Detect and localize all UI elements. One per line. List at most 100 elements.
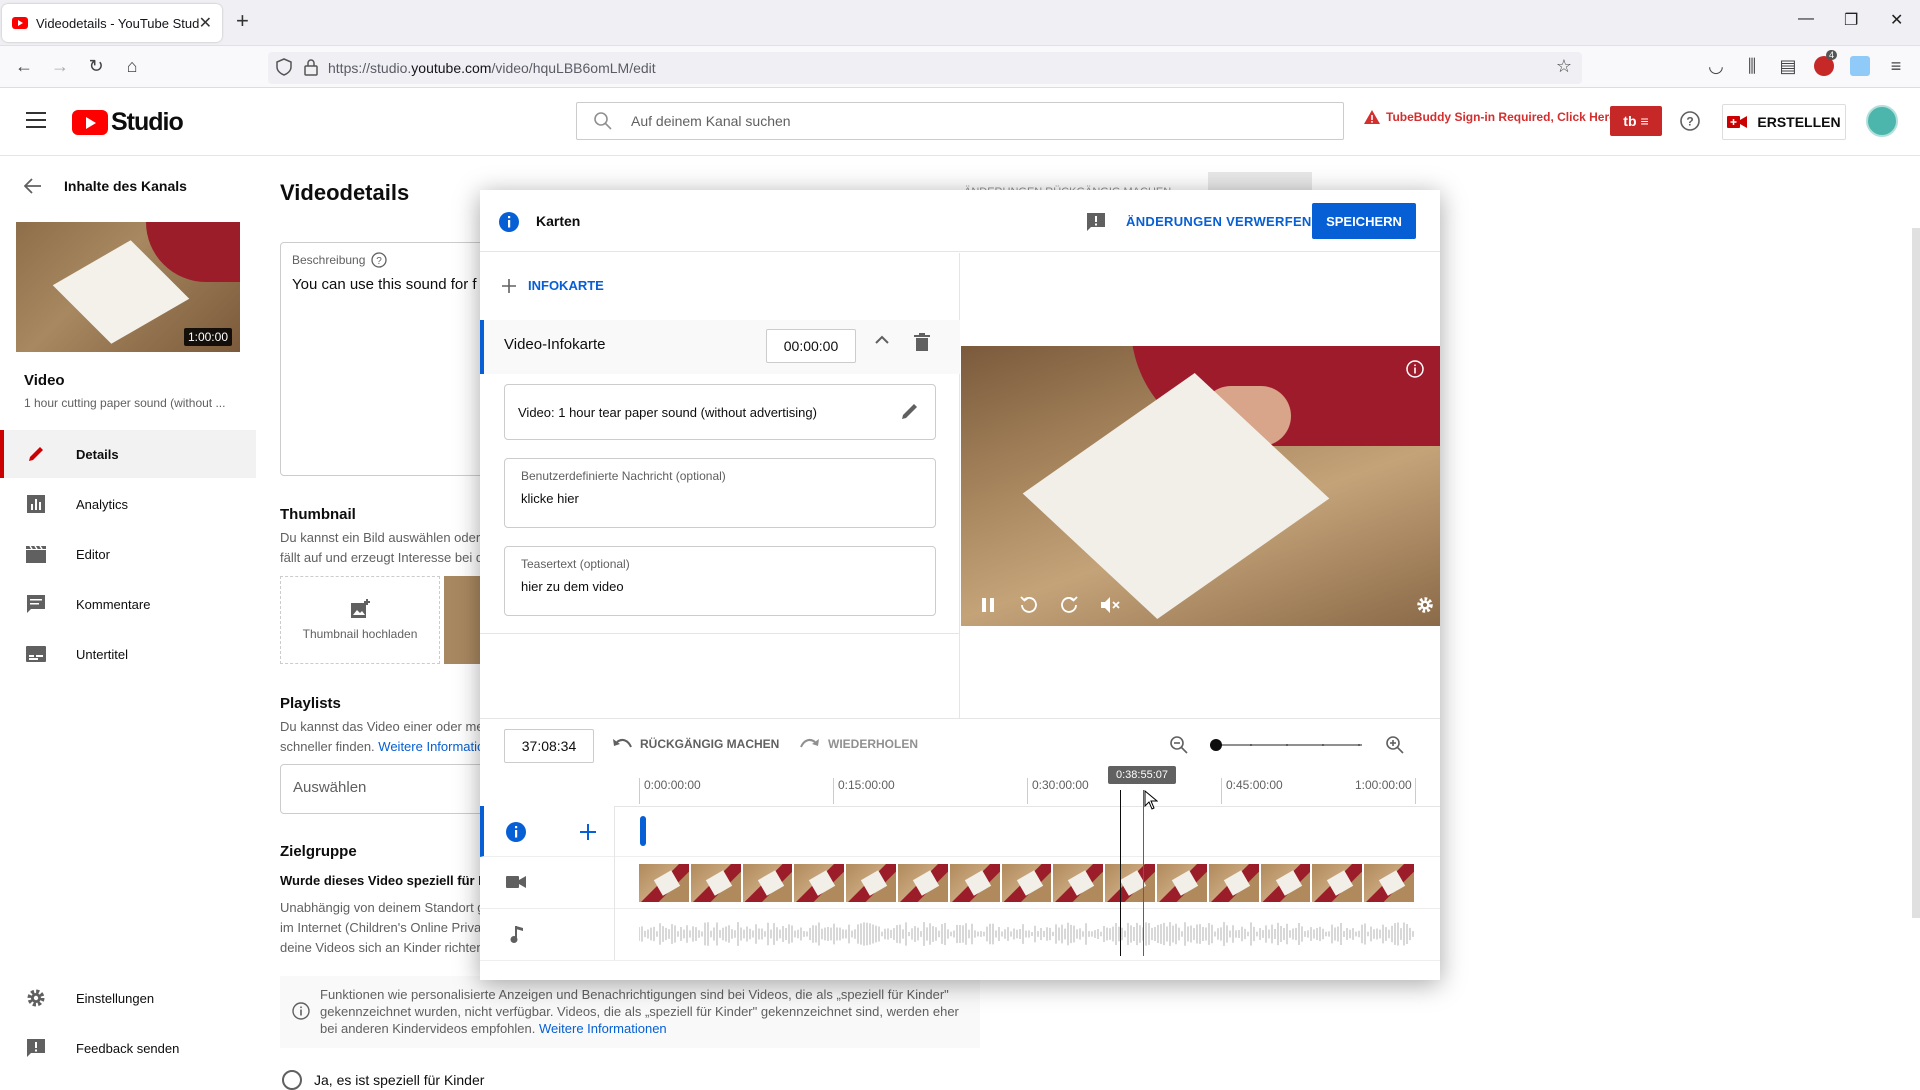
made-for-kids-yes-label: Ja, es ist speziell für Kinder — [314, 1072, 485, 1088]
library-icon[interactable]: ⫼ — [1742, 56, 1762, 76]
teaser-text-input[interactable]: Teasertext (optional) hier zu dem video — [504, 546, 936, 616]
ruler-tick-label: 0:00:00:00 — [644, 778, 701, 792]
create-label: ERSTELLEN — [1757, 114, 1841, 130]
chevron-up-icon[interactable] — [874, 335, 890, 345]
card-teaser-info-icon[interactable] — [1406, 360, 1424, 378]
sidebar-item-label: Feedback senden — [76, 1040, 180, 1056]
sidebar-item-analytics[interactable]: Analytics — [0, 480, 256, 528]
made-for-kids-yes-radio[interactable] — [282, 1070, 302, 1090]
card-start-time-input[interactable]: 00:00:00 — [766, 329, 856, 363]
zoom-slider-stop — [1250, 744, 1252, 746]
timeline-playhead[interactable] — [1120, 790, 1121, 956]
extension-icon[interactable] — [1850, 56, 1870, 76]
filmstrip-frame — [1105, 864, 1157, 902]
sidebar-item-label: Editor — [76, 546, 110, 562]
help-icon[interactable]: ? — [1680, 111, 1700, 131]
tubebuddy-signin-link[interactable]: TubeBuddy Sign-in Required, Click Here — [1364, 110, 1616, 124]
back-to-content-link[interactable]: Inhalte des Kanals — [24, 178, 187, 194]
audience-text-2: im Internet (Children's Online Privac — [280, 920, 480, 935]
mute-icon[interactable] — [1100, 596, 1120, 614]
video-preview-player[interactable] — [961, 346, 1440, 626]
sidebar-icon[interactable]: ▤ — [1778, 56, 1798, 76]
video-thumbnail[interactable]: 1:00:00 — [16, 222, 240, 352]
avatar[interactable] — [1866, 105, 1898, 137]
playlists-learn-more-link[interactable]: Weitere Informatio — [378, 739, 480, 754]
bookmark-star-icon[interactable]: ☆ — [1554, 56, 1574, 76]
rewind-10-icon[interactable] — [1020, 596, 1038, 614]
redo-button[interactable]: WIEDERHOLEN — [800, 737, 918, 751]
reload-icon[interactable]: ↻ — [86, 56, 106, 76]
home-icon[interactable]: ⌂ — [122, 56, 142, 76]
new-tab-icon[interactable]: + — [236, 8, 249, 34]
pocket-icon[interactable]: ◡ — [1706, 56, 1726, 76]
timeline-hover-tooltip: 0:38:55:07 — [1108, 766, 1176, 784]
youtube-studio-logo[interactable]: Studio — [72, 108, 184, 137]
youtube-logo-icon — [72, 110, 108, 135]
description-label: Beschreibung ? — [292, 252, 388, 268]
channel-search-input[interactable]: Auf deinem Kanal suchen — [576, 102, 1344, 140]
thumbnail-upload-button[interactable]: Thumbnail hochladen — [280, 576, 440, 664]
add-info-card-button[interactable]: INFOKARTE — [502, 278, 604, 293]
delete-card-icon[interactable] — [914, 333, 930, 351]
adblock-extension-icon[interactable]: 4 — [1814, 50, 1838, 76]
sidebar-item-comments[interactable]: Kommentare — [0, 580, 256, 628]
timeline-time-input[interactable]: 37:08:34 — [504, 729, 594, 763]
feedback-icon[interactable] — [1086, 212, 1106, 232]
minimize-icon[interactable]: — — [1798, 10, 1814, 28]
ruler-tick-label: 0:45:00:00 — [1226, 778, 1283, 792]
info-card-marker[interactable] — [640, 816, 646, 846]
audience-heading: Zielgruppe — [280, 843, 357, 860]
sidebar-item-label: Details — [76, 446, 119, 462]
zoom-out-icon[interactable] — [1170, 736, 1188, 754]
add-card-plus-icon[interactable] — [580, 824, 596, 840]
menu-icon[interactable]: ≡ — [1886, 56, 1906, 76]
sidebar-item-feedback[interactable]: Feedback senden — [0, 1024, 256, 1072]
url-path: /video/hquLBB6omLM/edit — [491, 60, 656, 76]
info-learn-more-link[interactable]: Weitere Informationen — [539, 1021, 667, 1036]
zoom-slider-handle[interactable] — [1210, 739, 1222, 751]
player-settings-gear-icon[interactable] — [1416, 596, 1434, 614]
video-filmstrip[interactable] — [639, 864, 1416, 902]
hamburger-menu-icon[interactable] — [26, 112, 48, 128]
thumbnail-option[interactable] — [444, 576, 484, 664]
forward-10-icon[interactable] — [1060, 596, 1078, 614]
edit-pencil-icon[interactable] — [900, 401, 920, 421]
undo-button[interactable]: RÜCKGÄNGIG MACHEN — [612, 737, 779, 751]
discard-changes-button[interactable]: ÄNDERUNGEN VERWERFEN — [1126, 214, 1312, 229]
close-window-icon[interactable]: ✕ — [1890, 10, 1903, 30]
zoom-in-icon[interactable] — [1386, 736, 1404, 754]
tubebuddy-menu-button[interactable]: tb ≡ — [1610, 106, 1662, 136]
filmstrip-frame — [639, 864, 691, 902]
music-note-icon — [510, 924, 524, 944]
mouse-cursor-icon — [1144, 790, 1158, 810]
sidebar-item-details[interactable]: Details — [0, 430, 256, 478]
track-header-divider — [614, 806, 615, 960]
restore-icon[interactable]: ❐ — [1844, 10, 1858, 30]
help-icon[interactable]: ? — [371, 252, 388, 268]
url-prefix: https://studio. — [328, 60, 412, 76]
lock-icon[interactable] — [304, 58, 318, 76]
sidebar-item-editor[interactable]: Editor — [0, 530, 256, 578]
browser-tab[interactable]: Videodetails - YouTube Studio ✕ — [2, 4, 222, 42]
shield-icon[interactable] — [276, 58, 292, 76]
arrow-left-icon — [24, 178, 41, 194]
sidebar-item-settings[interactable]: Einstellungen — [0, 974, 256, 1022]
custom-message-input[interactable]: Benutzerdefinierte Nachricht (optional) … — [504, 458, 936, 528]
forward-icon[interactable]: → — [50, 56, 70, 76]
url-bar[interactable]: https://studio. youtube.com/video/hquLBB6… — [268, 52, 1582, 84]
tab-title: Videodetails - YouTube Studio — [36, 15, 199, 31]
back-icon[interactable]: ← — [14, 56, 34, 76]
page-scrollbar[interactable] — [1912, 228, 1920, 918]
save-button[interactable]: SPEICHERN — [1312, 203, 1416, 239]
redo-icon — [800, 738, 819, 748]
create-button[interactable]: ERSTELLEN — [1722, 104, 1846, 140]
plus-icon — [502, 278, 516, 293]
close-tab-icon[interactable]: ✕ — [199, 13, 212, 33]
playlist-select[interactable]: Auswählen — [280, 764, 490, 814]
comment-icon — [27, 595, 45, 613]
sidebar-item-subtitles[interactable]: Untertitel — [0, 630, 256, 678]
audio-waveform[interactable] — [639, 920, 1416, 948]
pause-icon[interactable] — [980, 596, 996, 614]
playlists-text-2-body: schneller finden. — [280, 739, 375, 754]
add-info-card-label: INFOKARTE — [528, 278, 604, 293]
